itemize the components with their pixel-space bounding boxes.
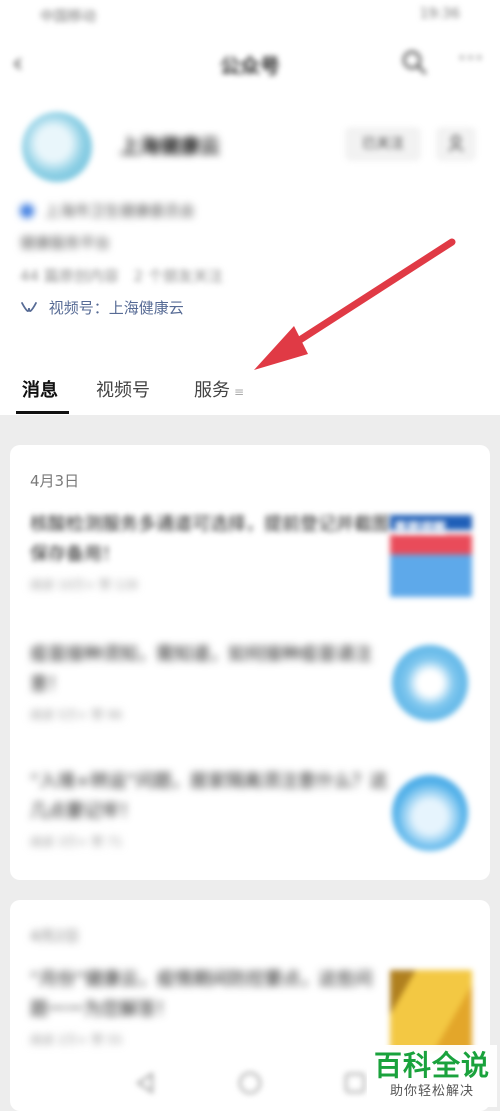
search-icon[interactable] [400,48,428,76]
message-button[interactable] [436,127,476,161]
person-icon [448,135,464,152]
video-channel-link[interactable]: 视频号：上海健康云 [20,297,184,318]
article-thumbnail[interactable] [392,645,468,721]
nav-bar: ‹ 公众号 ··· [0,40,500,86]
account-header-panel: 中国移动 19:36 ‹ 公众号 ··· 上海健康云 已关注 上海市卫生健康委员… [0,0,500,415]
article-thumbnail[interactable] [390,970,472,1052]
article-meta: 阅读 2万+ 赞 55 [30,1033,123,1047]
status-time: 19:36 [419,6,460,22]
article-meta: 阅读 5万+ 赞 96 [30,708,123,722]
tab-services[interactable]: 服务 ≡ [194,376,244,402]
home-circle-icon[interactable] [237,1070,263,1096]
tab-video-channel[interactable]: 视频号 [96,376,150,402]
article-item[interactable]: 核酸检测服务多通道可选择，提前登记并截图保存备用！ 阅读 10万+ 赞 128 [30,510,390,593]
account-name: 上海健康云 [120,134,220,158]
article-item[interactable]: “入境+转运”问题，居家隔离须注意什么？这几点要记牢！ 阅读 3万+ 赞 71 [30,767,390,850]
article-title: “入境+转运”问题，居家隔离须注意什么？这几点要记牢！ [30,771,388,822]
tab-services-label: 服务 [194,380,230,401]
active-tab-indicator [16,411,69,414]
article-meta: 阅读 3万+ 赞 71 [30,835,123,849]
friends-following-count[interactable]: 2 个朋友关注 [134,267,223,285]
menu-lines-icon: ≡ [234,385,245,399]
article-title: 核酸检测服务多通道可选择，提前登记并截图保存备用！ [30,514,390,565]
verified-badge-icon [20,204,34,218]
video-channel-label: 视频号：上海健康云 [48,299,184,317]
article-thumbnail[interactable] [392,775,468,851]
feed-date: 4月2日 [30,927,80,945]
account-avatar[interactable] [22,112,92,182]
account-stats: 44 篇原创内容 2 个朋友关注 [20,265,233,286]
article-item[interactable]: “月份”健康云，疫情期间防控要点，这些问题一一为您解答！ 阅读 2万+ 赞 55 [30,965,390,1048]
article-meta: 阅读 10万+ 赞 128 [30,578,138,592]
watermark-name: 百科全说 [373,1049,490,1082]
carrier-text: 中国移动 [40,9,96,25]
feed-card: 4月3日 核酸检测服务多通道可选择，提前登记并截图保存备用！ 阅读 10万+ 赞… [10,445,490,880]
feed-date: 4月3日 [30,472,80,490]
more-icon[interactable]: ··· [458,44,484,72]
article-title: 疫苗接种须知，需知道，如何接种疫苗请注意！ [30,644,372,695]
verification-text: 上海市卫生健康委员会 [44,202,195,220]
recents-square-icon[interactable] [342,1070,368,1096]
tab-bar: 消息 视频号 服务 ≡ [0,360,500,415]
back-triangle-icon[interactable] [132,1070,158,1096]
account-intro: 健康服务平台 [20,234,111,252]
verification-row: 上海市卫生健康委员会 [20,200,195,221]
watermark-logo: 百科全说 助你轻松解决 [367,1045,497,1107]
thumbnail-label: 重要提醒 [394,521,447,536]
watermark-slogan: 助你轻松解决 [389,1084,474,1099]
original-articles-count: 44 篇原创内容 [20,267,119,285]
status-bar: 中国移动 19:36 [40,6,460,28]
article-title: “月份”健康云，疫情期间防控要点，这些问题一一为您解答！ [30,969,373,1020]
video-channel-icon [21,302,37,312]
follow-button[interactable]: 已关注 [345,127,421,161]
article-item[interactable]: 疫苗接种须知，需知道，如何接种疫苗请注意！ 阅读 5万+ 赞 96 [30,640,390,723]
tab-messages[interactable]: 消息 [22,376,58,402]
